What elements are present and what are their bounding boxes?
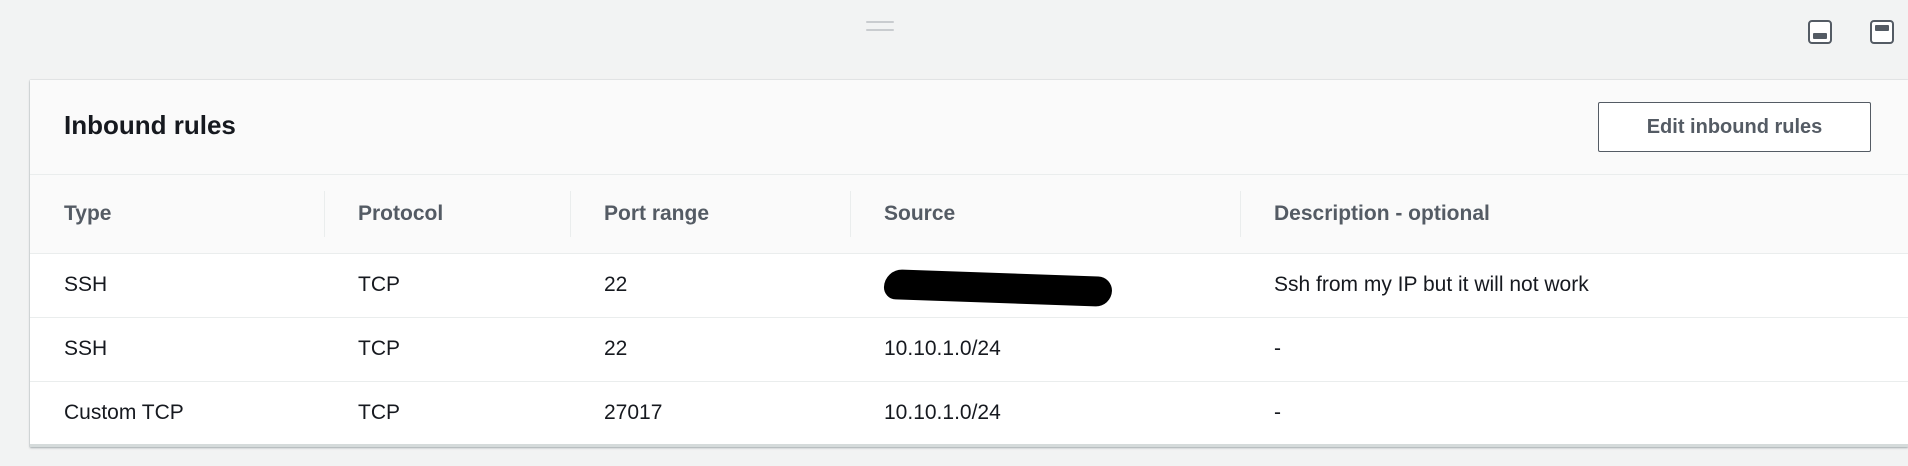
column-header-port-range[interactable]: Port range [570,175,850,254]
cell-port-range: 27017 [604,401,663,425]
table-header-row: Type Protocol Port range Source Descript… [30,175,1908,254]
column-header-description[interactable]: Description - optional [1240,175,1908,254]
edit-inbound-rules-button[interactable]: Edit inbound rules [1598,102,1871,152]
cell-type: SSH [64,337,108,360]
column-header-source[interactable]: Source [850,175,1240,254]
cell-source: 10.10.1.0/24 [884,337,1001,360]
cell-port-range: 22 [604,273,628,296]
column-header-type[interactable]: Type [30,175,324,254]
drag-handle-icon[interactable] [866,21,894,31]
panel-title: Inbound rules [64,110,236,140]
cell-port-range: 22 [604,337,628,360]
cell-source [850,253,1240,317]
inbound-rules-table: Type Protocol Port range Source Descript… [30,175,1908,445]
table-row: SSH TCP 22 Ssh from my IP but it will no… [30,253,1908,317]
table-row: SSH TCP 22 10.10.1.0/24 - [30,317,1908,381]
panel-top-icon[interactable] [1870,20,1894,44]
cell-protocol: TCP [358,273,400,296]
cell-description: - [1274,401,1281,425]
redacted-source [883,269,1113,307]
cell-type: SSH [64,273,108,296]
cell-description: - [1274,337,1281,360]
table-row: Custom TCP TCP 27017 10.10.1.0/24 - [30,381,1908,445]
column-header-protocol[interactable]: Protocol [324,175,570,254]
inbound-rules-panel: Inbound rules Edit inbound rules Type Pr… [30,80,1908,447]
cell-source: 10.10.1.0/24 [884,401,1001,425]
panel-bottom-icon[interactable] [1808,20,1832,44]
cell-protocol: TCP [358,337,400,360]
cell-type: Custom TCP [64,401,184,425]
panel-header: Inbound rules Edit inbound rules [30,80,1908,175]
split-panel-bar [0,0,1908,80]
cell-protocol: TCP [358,401,400,425]
cell-description: Ssh from my IP but it will not work [1274,273,1589,296]
